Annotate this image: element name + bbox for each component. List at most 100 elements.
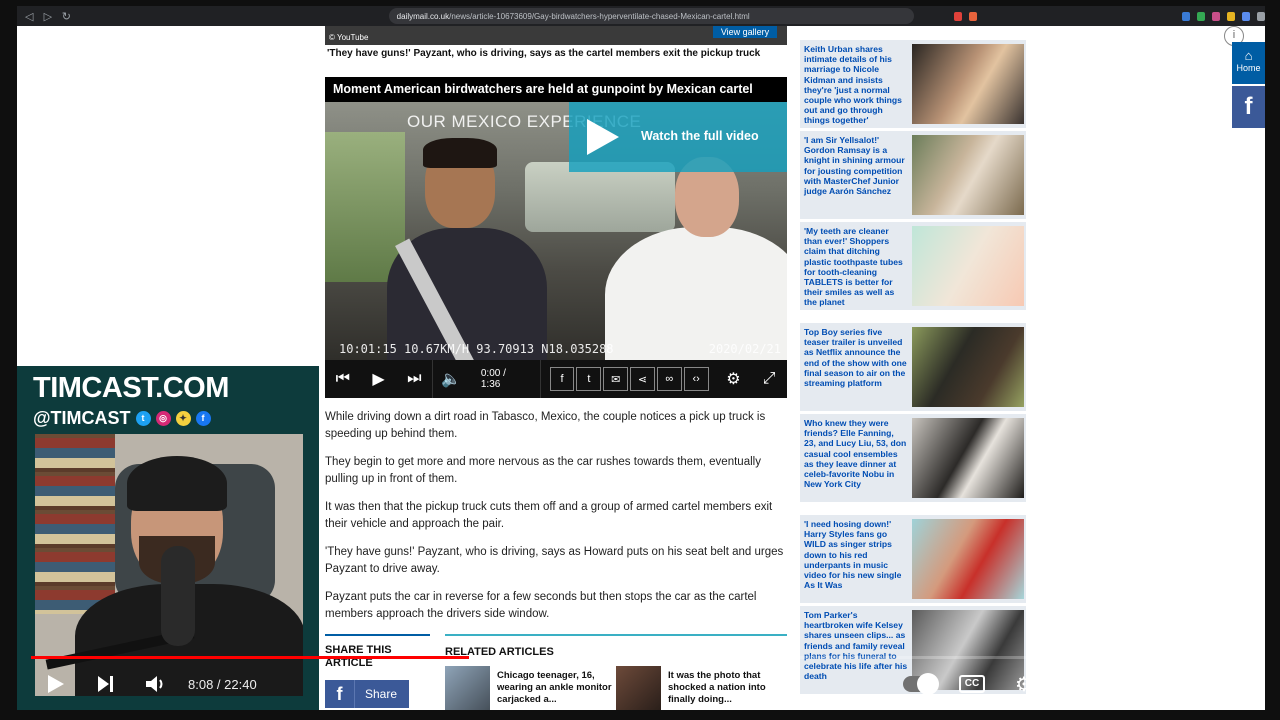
story-headline: Top Boy series five teaser trailer is un… [804, 327, 907, 389]
youtube-player[interactable]: ◁ ▷ ↻ dailymail.co.uk /news/article-1067… [0, 0, 1280, 720]
microphone [161, 546, 195, 646]
fullscreen-icon[interactable]: ⤢ [751, 360, 787, 398]
theater-icon [1113, 676, 1139, 692]
previous-image: © YouTube View gallery [325, 26, 787, 45]
next-icon [98, 676, 113, 692]
article-paragraph: It was then that the pickup truck cuts t… [325, 501, 773, 530]
embed-icon[interactable]: ‹› [683, 367, 709, 391]
story-headline: Who knew they were friends? Elle Fanning… [804, 418, 907, 490]
article-paragraph: While driving down a dirt road in Tabasc… [325, 411, 766, 440]
related-articles-heading: RELATED ARTICLES [445, 634, 787, 658]
extension-icon[interactable] [1181, 11, 1190, 21]
embedded-player-time: 0:00 / 1:36 [480, 368, 506, 390]
home-label: Home [1236, 63, 1261, 73]
story-headline: Keith Urban shares intimate details of h… [804, 44, 902, 126]
forward-icon[interactable]: ▷ [42, 10, 55, 23]
story-thumbnail [912, 135, 1024, 215]
share-icon[interactable]: ⋖ [630, 367, 655, 391]
sidebar-story[interactable]: 'I am Sir Yellsalot!' Gordon Ramsay is a… [800, 131, 1026, 219]
overlay-handle: @TIMCAST [33, 408, 131, 428]
story-headline: 'My teeth are cleaner than ever!' Shoppe… [804, 226, 903, 308]
next-button[interactable] [86, 662, 126, 706]
view-gallery-button[interactable]: View gallery [713, 26, 777, 38]
story-headline: 'I am Sir Yellsalot!' Gordon Ramsay is a… [804, 135, 905, 197]
passenger [605, 157, 787, 360]
extension-icon[interactable] [1256, 11, 1266, 21]
youtube-controls: 8:08 / 22:40 CC ⚙ [0, 662, 1280, 708]
dashcam-date: 2020/02/21 [708, 342, 781, 356]
driver [387, 138, 547, 360]
twitter-share-icon[interactable]: t [576, 367, 602, 391]
address-bar[interactable]: dailymail.co.uk /news/article-10673609/G… [388, 8, 914, 24]
play-button[interactable] [36, 662, 76, 706]
extension-icon[interactable] [1241, 11, 1250, 21]
story-thumbnail [912, 226, 1024, 306]
brave-icon[interactable] [953, 11, 962, 21]
airplay-icon [1164, 674, 1188, 694]
play-icon[interactable]: ▶ [361, 360, 397, 398]
facebook-share-icon[interactable]: f [549, 367, 575, 391]
extension-icon[interactable] [1211, 11, 1220, 21]
extension-icon[interactable] [968, 11, 977, 21]
theater-mode-button[interactable] [1106, 662, 1146, 706]
url-host: dailymail.co.uk [396, 11, 450, 21]
watch-full-video-label: Watch the full video [641, 129, 759, 143]
bookshelf [35, 434, 115, 614]
beanie [127, 456, 227, 511]
story-thumbnail [912, 44, 1024, 124]
skip-back-icon[interactable]: ⏮ [325, 360, 361, 398]
link-icon[interactable]: ∞ [656, 367, 682, 391]
played-bar [31, 656, 469, 659]
settings-button[interactable]: ⚙ [1004, 662, 1044, 706]
sidebar-story[interactable]: Keith Urban shares intimate details of h… [800, 40, 1026, 128]
facebook-icon: f [195, 411, 211, 426]
play-icon [587, 119, 619, 155]
image-caption: 'They have guns!' Payzant, who is drivin… [327, 48, 761, 59]
settings-gear-icon: ⚙ [1015, 673, 1033, 696]
fullscreen-icon [1217, 673, 1239, 695]
facebook-button[interactable]: f [1232, 86, 1265, 128]
article-paragraph: They begin to get more and more nervous … [325, 456, 761, 485]
twitter-icon: t [135, 411, 151, 426]
lightbulb-icon: ✦ [175, 411, 191, 426]
cast-button[interactable] [1156, 662, 1196, 706]
settings-gear-icon[interactable]: ⚙ [716, 360, 752, 398]
captions-button[interactable]: CC [959, 675, 985, 693]
sidebar-story[interactable]: 'My teeth are cleaner than ever!' Shoppe… [800, 222, 1026, 310]
play-icon [48, 675, 64, 693]
back-icon[interactable]: ◁ [23, 10, 36, 23]
embedded-player-controls: ⏮ ▶ ⏭ 🔈 0:00 / 1:36 f t ✉ ⋖ ∞ ‹› ⚙ ⤢ [325, 360, 787, 398]
dashcam-readout: 10:01:15 10.67KM/H 93.70913 N18.035288 [339, 342, 614, 356]
miniplayer-button[interactable] [1054, 662, 1094, 706]
url-path: /news/article-10673609/Gay-birdwatchers-… [449, 11, 750, 21]
article-body: While driving down a dirt road in Tabasc… [325, 409, 787, 634]
email-share-icon[interactable]: ✉ [603, 367, 629, 391]
time-separator: / [213, 676, 225, 692]
embedded-video[interactable]: OUR MEXICO EXPERIENCE Watch the full vid… [325, 102, 787, 360]
sidebar-story[interactable]: Top Boy series five teaser trailer is un… [800, 323, 1026, 411]
sidebar-story[interactable]: 'I need hosing down!' Harry Styles fans … [800, 515, 1026, 603]
volume-button[interactable] [136, 662, 176, 706]
time-display: 8:08 / 22:40 [188, 662, 257, 706]
article-paragraph: 'They have guns!' Payzant, who is drivin… [325, 546, 784, 575]
volume-icon[interactable]: 🔈 [433, 360, 469, 398]
fullscreen-button[interactable] [1208, 662, 1248, 706]
image-credit: © YouTube [329, 33, 369, 42]
story-thumbnail [912, 418, 1024, 498]
autoplay-toggle[interactable] [903, 673, 939, 695]
extension-icon[interactable] [1226, 11, 1235, 21]
embedded-video-title: Moment American birdwatchers are held at… [325, 77, 787, 102]
story-thumbnail [912, 519, 1024, 599]
extension-icon[interactable] [1196, 11, 1205, 21]
story-thumbnail [912, 327, 1024, 407]
article-paragraph: Payzant puts the car in reverse for a fe… [325, 591, 757, 620]
sidebar-story[interactable]: Who knew they were friends? Elle Fanning… [800, 414, 1026, 502]
skip-forward-icon[interactable]: ⏭ [396, 360, 432, 398]
story-headline: 'I need hosing down!' Harry Styles fans … [804, 519, 902, 591]
progress-bar[interactable] [31, 656, 1251, 659]
watch-full-video-button[interactable]: Watch the full video [569, 102, 787, 172]
reload-icon[interactable]: ↻ [60, 10, 73, 23]
browser-toolbar: ◁ ▷ ↻ dailymail.co.uk /news/article-1067… [17, 6, 1266, 26]
home-button[interactable]: ⌂ Home [1232, 42, 1265, 84]
home-icon: ⌂ [1244, 48, 1253, 63]
